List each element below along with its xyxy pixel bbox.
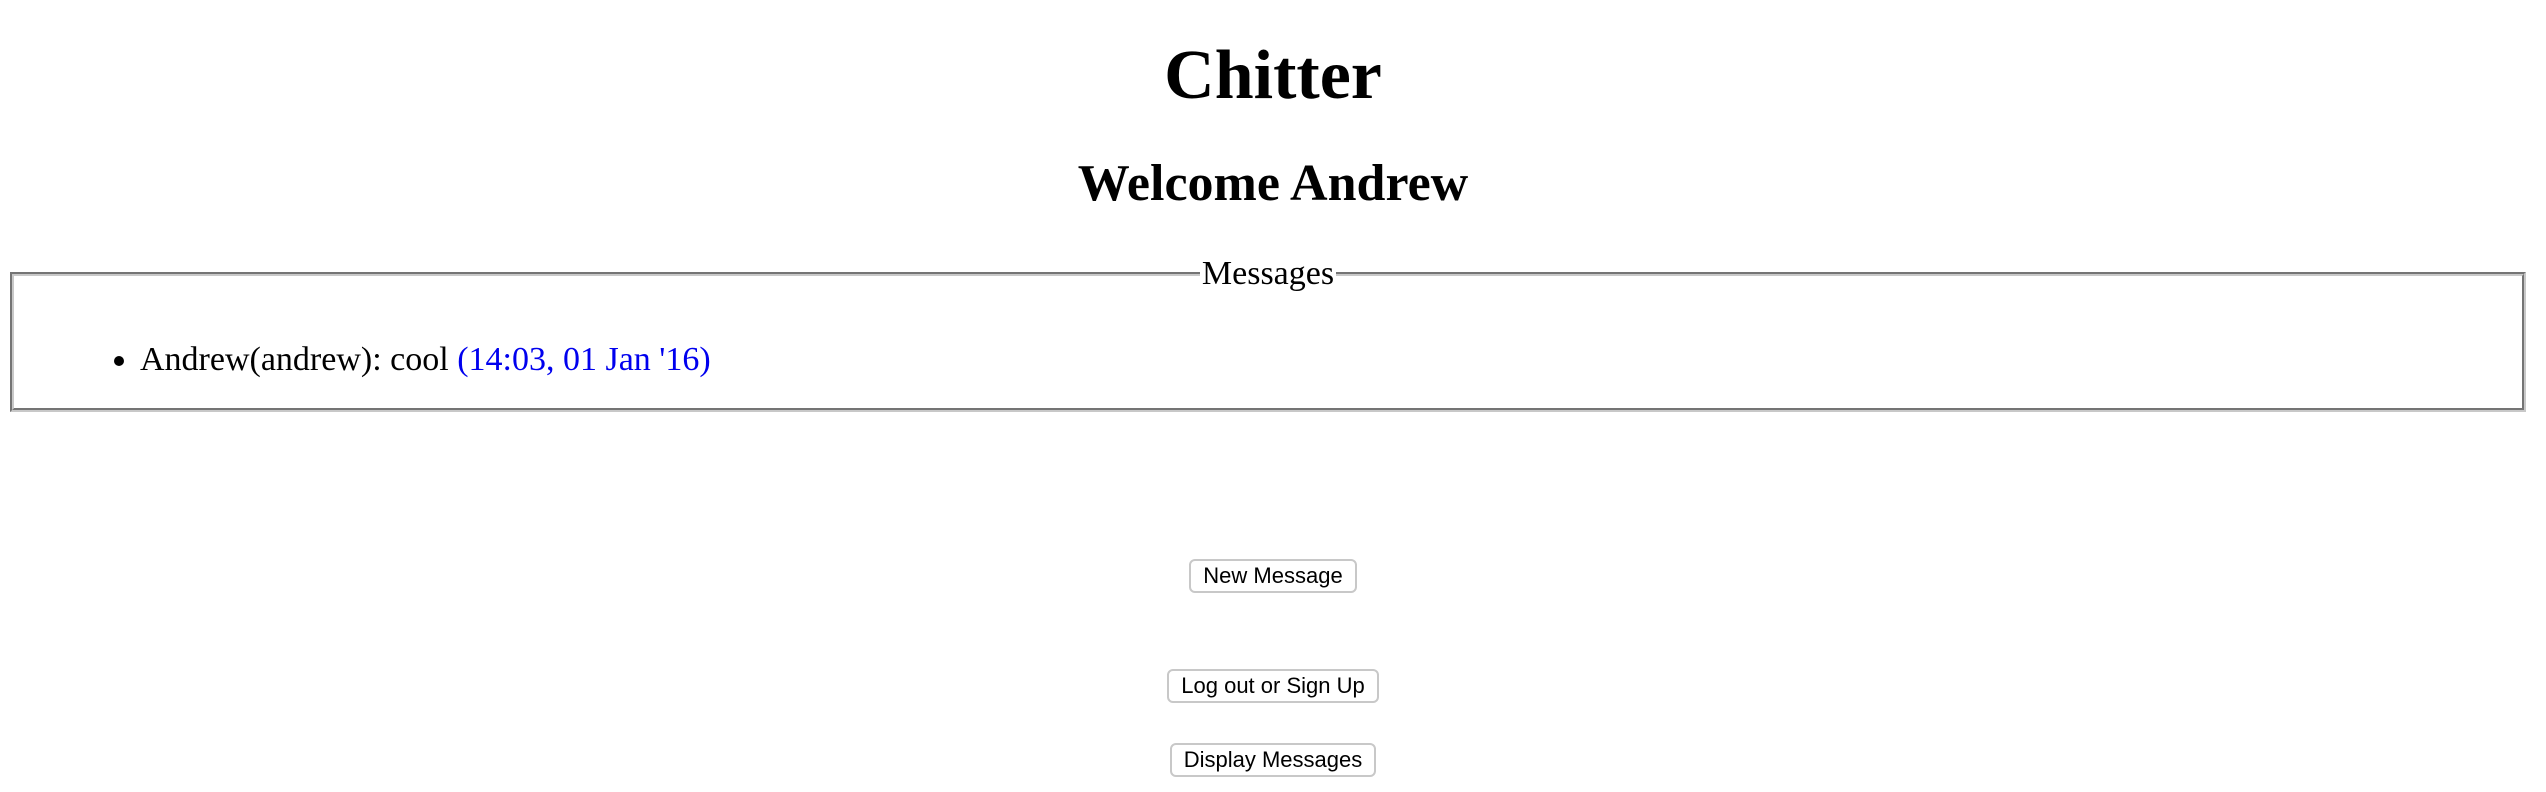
message-text: Andrew(andrew): cool <box>140 341 449 378</box>
logout-wrapper: Log out or Sign Up <box>0 669 2546 703</box>
message-timestamp: (14:03, 01 Jan '16) <box>457 341 711 378</box>
page: Chitter Welcome Andrew Messages Andrew(a… <box>0 0 2546 792</box>
messages-legend: Messages <box>1201 255 1335 292</box>
logout-signup-button[interactable]: Log out or Sign Up <box>1167 669 1379 703</box>
new-message-button[interactable]: New Message <box>1189 559 1357 593</box>
message-list: Andrew(andrew): cool (14:03, 01 Jan '16) <box>60 338 711 382</box>
new-message-wrapper: New Message <box>0 559 2546 593</box>
list-item: Andrew(andrew): cool (14:03, 01 Jan '16) <box>140 338 711 382</box>
site-title: Chitter <box>1164 37 1382 114</box>
welcome-heading: Welcome Andrew <box>1077 155 1469 212</box>
messages-fieldset: Messages Andrew(andrew): cool (14:03, 01… <box>10 256 2526 412</box>
display-messages-button[interactable]: Display Messages <box>1169 743 1377 777</box>
display-wrapper: Display Messages <box>0 743 2546 777</box>
